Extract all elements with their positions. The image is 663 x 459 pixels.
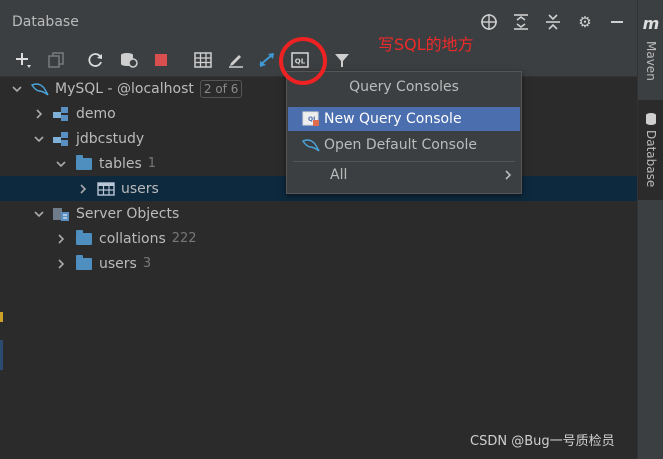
chevron-right-icon[interactable] xyxy=(76,183,90,195)
menu-item-label: Open Default Console xyxy=(324,137,478,153)
tree-item-users-folder[interactable]: users 3 xyxy=(0,251,637,276)
add-icon[interactable] xyxy=(12,49,34,71)
folder-icon xyxy=(74,254,94,272)
all-consoles-item[interactable]: All xyxy=(288,163,520,187)
chevron-right-icon xyxy=(496,169,520,181)
folder-icon xyxy=(74,154,94,172)
edit-icon[interactable] xyxy=(225,49,247,71)
schema-icon xyxy=(51,106,71,122)
tree-item-label: demo xyxy=(76,105,116,122)
minimize-icon[interactable] xyxy=(607,12,627,32)
tree-item-label: MySQL - @localhost xyxy=(55,80,194,97)
maven-icon[interactable]: m xyxy=(638,14,663,33)
server-objects-icon xyxy=(51,206,71,222)
chevron-right-icon[interactable] xyxy=(32,108,46,120)
chevron-right-icon[interactable] xyxy=(54,233,68,245)
refresh-icon[interactable] xyxy=(85,49,107,71)
filter-icon[interactable] xyxy=(331,49,353,71)
gear-icon[interactable]: ⚙ xyxy=(575,12,595,32)
mysql-dolphin-icon xyxy=(30,81,50,97)
chevron-down-icon[interactable] xyxy=(32,133,46,145)
menu-item-label: New Query Console xyxy=(324,111,462,127)
count-badge: 2 of 6 xyxy=(199,79,243,98)
query-consoles-popup: Query Consoles QL New Query Console Open… xyxy=(286,71,522,194)
chevron-right-icon[interactable] xyxy=(54,258,68,270)
left-edge-marker xyxy=(0,312,3,322)
stop-icon[interactable] xyxy=(150,49,172,71)
chevron-down-icon[interactable] xyxy=(54,158,68,170)
open-default-console-item[interactable]: Open Default Console xyxy=(288,133,520,157)
table-icon xyxy=(96,181,116,197)
folder-icon xyxy=(74,229,94,247)
database-icon xyxy=(646,113,656,126)
annotation-circle xyxy=(279,37,327,85)
tree-item-server-objects[interactable]: Server Objects xyxy=(0,201,637,226)
tree-item-label: tables xyxy=(99,155,142,172)
collapse-all-icon[interactable] xyxy=(543,12,563,32)
schema-icon xyxy=(51,131,71,147)
tree-item-label: collations xyxy=(99,230,166,247)
menu-item-label: All xyxy=(330,167,348,183)
tab-maven-label: Maven xyxy=(644,41,658,81)
locate-icon[interactable] xyxy=(479,12,499,32)
tool-window-header: Database ⚙ xyxy=(0,0,637,44)
chevron-down-icon[interactable] xyxy=(32,208,46,220)
duplicate-icon[interactable] xyxy=(45,49,67,71)
expand-all-icon[interactable] xyxy=(511,12,531,32)
menu-separator xyxy=(293,161,515,162)
tab-database-label: Database xyxy=(644,130,658,188)
new-console-icon: QL xyxy=(302,111,324,127)
tree-item-label: Server Objects xyxy=(76,205,180,222)
tool-window-title: Database xyxy=(12,14,79,30)
left-edge-marker-blue xyxy=(0,340,3,370)
tab-database[interactable]: Database xyxy=(638,100,663,200)
schema-settings-icon[interactable] xyxy=(118,49,140,71)
item-count: 222 xyxy=(171,231,197,246)
tree-item-label: users xyxy=(121,180,159,197)
watermark: CSDN @Bug一号质检员 xyxy=(470,434,615,449)
tab-maven[interactable]: Maven xyxy=(638,36,663,86)
item-count: 1 xyxy=(147,156,157,171)
mysql-dolphin-icon xyxy=(302,138,324,152)
chevron-down-icon[interactable] xyxy=(10,83,24,95)
table-editor-icon[interactable] xyxy=(192,49,214,71)
right-tool-strip: m Maven Database xyxy=(637,0,663,459)
header-actions: ⚙ xyxy=(479,12,627,32)
item-count: 3 xyxy=(142,256,152,271)
new-query-console-item[interactable]: QL New Query Console xyxy=(288,107,520,131)
annotation-text: 写SQL的地方 xyxy=(378,35,474,54)
tree-item-collations[interactable]: collations 222 xyxy=(0,226,637,251)
popup-title: Query Consoles xyxy=(349,79,459,95)
tree-item-label: users xyxy=(99,255,137,272)
jump-to-icon[interactable] xyxy=(256,49,278,71)
tree-item-label: jdbcstudy xyxy=(76,130,145,147)
